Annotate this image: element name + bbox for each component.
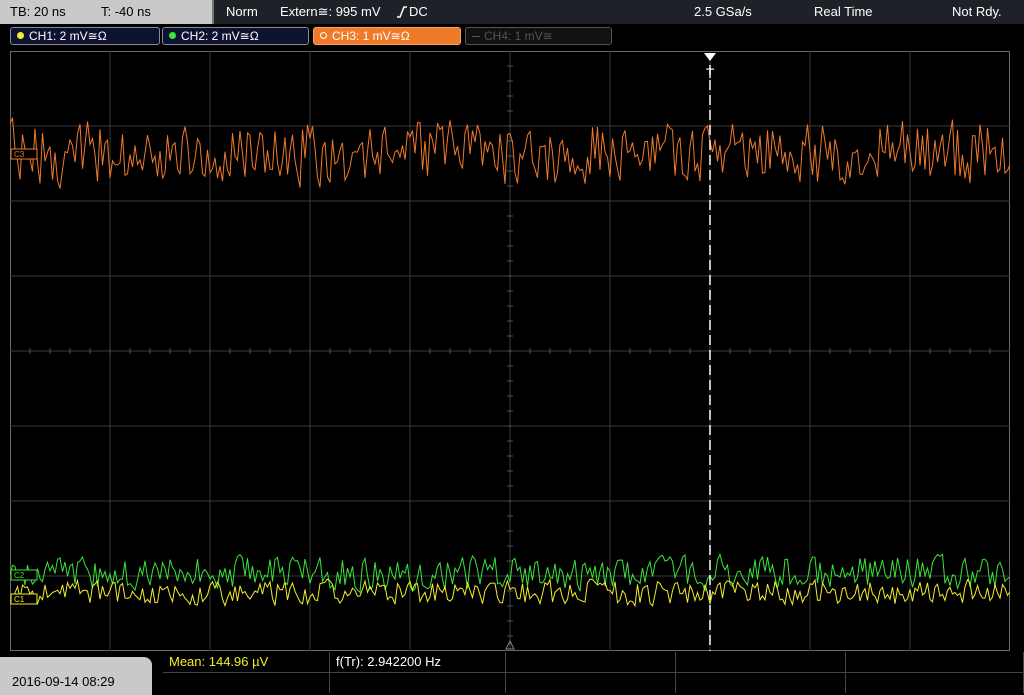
empty-cell bbox=[846, 673, 1024, 693]
timebase-box[interactable]: TB: 20 ns T: -40 ns bbox=[0, 0, 214, 24]
status-bar: TB: 20 ns T: -40 ns Norm Extern≅: 995 mV… bbox=[0, 0, 1024, 24]
channel-1-button[interactable]: CH1: 2 mV≅Ω bbox=[10, 27, 160, 45]
measurement-row-2 bbox=[163, 673, 1024, 693]
channel-1-dot bbox=[17, 32, 24, 39]
channel-3-button[interactable]: CH3: 1 mV≅Ω bbox=[313, 27, 461, 45]
channel-3-label: CH3: 1 mV≅Ω bbox=[332, 29, 410, 43]
channel-2-dot bbox=[169, 32, 176, 39]
acquisition-mode[interactable]: Real Time bbox=[814, 4, 873, 19]
empty-cell bbox=[506, 673, 676, 693]
trigger-mode[interactable]: Norm bbox=[226, 4, 258, 19]
ch3-marker-label: C3 bbox=[14, 150, 25, 159]
channel-3-dot bbox=[320, 32, 327, 39]
empty-cell bbox=[330, 673, 506, 693]
channel-4-button[interactable]: CH4: 1 mV≅ bbox=[465, 27, 612, 45]
mean-readout: Mean: 144.96 µV bbox=[169, 654, 269, 669]
trigger-time-readout: T: -40 ns bbox=[101, 4, 151, 19]
channel-4-label: CH4: 1 mV≅ bbox=[484, 29, 553, 43]
datetime-box: 2016-09-14 08:29 bbox=[0, 657, 152, 695]
empty-cell bbox=[676, 652, 846, 672]
datetime-readout: 2016-09-14 08:29 bbox=[12, 674, 115, 689]
timebase-readout: TB: 20 ns bbox=[10, 4, 66, 19]
ch2-marker-label: C2 bbox=[14, 571, 25, 580]
trigger-coupling[interactable]: DC bbox=[409, 4, 428, 19]
sample-rate[interactable]: 2.5 GSa/s bbox=[694, 4, 752, 19]
measurement-table: Mean: 144.96 µV f(Tr): 2.942200 Hz bbox=[163, 652, 1024, 695]
measurement-row-1: Mean: 144.96 µV f(Tr): 2.942200 Hz bbox=[163, 652, 1024, 673]
channel-4-dot bbox=[472, 36, 480, 37]
trigger-marker-label: T bbox=[706, 65, 715, 81]
ch1-offset-marker[interactable]: C1 bbox=[10, 593, 38, 605]
ch3-offset-marker[interactable]: C3 bbox=[10, 148, 38, 160]
acquisition-state: Not Rdy. bbox=[952, 4, 1002, 19]
mean-cell[interactable]: Mean: 144.96 µV bbox=[163, 652, 330, 672]
rising-edge-icon bbox=[397, 6, 407, 18]
waveform-display[interactable]: T C3 C2 C1 bbox=[10, 51, 1010, 651]
channel-2-label: CH2: 2 mV≅Ω bbox=[181, 29, 259, 43]
trigger-info[interactable]: Extern≅: 995 mV bbox=[280, 4, 381, 20]
channel-bar: CH1: 2 mV≅Ω CH2: 2 mV≅Ω CH3: 1 mV≅Ω CH4:… bbox=[0, 24, 1024, 50]
empty-cell bbox=[163, 673, 330, 693]
ch1-marker-label: C1 bbox=[14, 595, 25, 604]
empty-cell bbox=[676, 673, 846, 693]
empty-cell bbox=[846, 652, 1024, 672]
channel-1-label: CH1: 2 mV≅Ω bbox=[29, 29, 107, 43]
frequency-readout: f(Tr): 2.942200 Hz bbox=[336, 654, 442, 669]
channel-2-button[interactable]: CH2: 2 mV≅Ω bbox=[162, 27, 309, 45]
ch2-offset-marker[interactable]: C2 bbox=[10, 569, 38, 581]
empty-cell bbox=[506, 652, 676, 672]
frequency-cell[interactable]: f(Tr): 2.942200 Hz bbox=[330, 652, 506, 672]
